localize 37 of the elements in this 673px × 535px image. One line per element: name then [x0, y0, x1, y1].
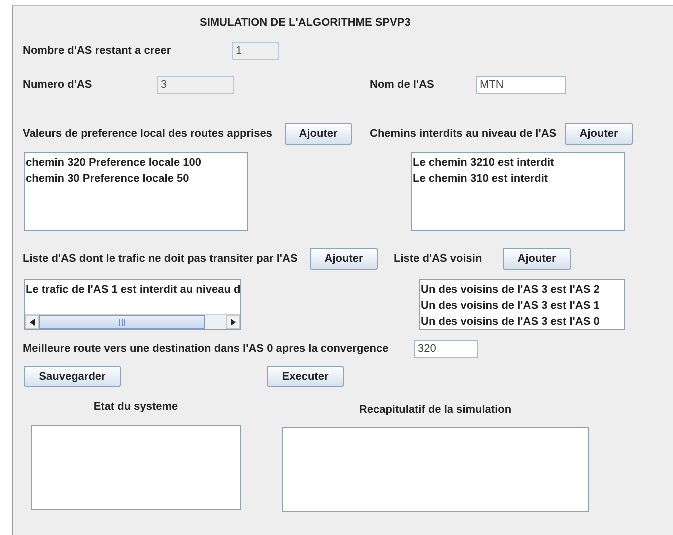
list-item[interactable]: chemin 320 Preference locale 100 [26, 155, 246, 171]
horizontal-scrollbar[interactable] [25, 314, 240, 329]
add-button[interactable]: Ajouter [565, 123, 633, 145]
section-label: Liste d'AS dont le trafic ne doit pas transiter par l'AS [23, 253, 299, 265]
list-item[interactable]: Un des voisins de l'AS 3 est l'AS 0 [421, 314, 623, 330]
panel-label: Recapitulatif de la simulation [359, 404, 512, 416]
text-field[interactable]: 320 [414, 340, 478, 358]
text-area[interactable] [31, 425, 241, 510]
field-label: Meilleure route vers une destination dans l'AS 0 apres la convergence [23, 343, 390, 355]
grip-icon [118, 318, 126, 326]
text-area[interactable] [282, 427, 589, 512]
list-item[interactable]: Un des voisins de l'AS 3 est l'AS 2 [421, 282, 623, 298]
field-label: Nombre d'AS restant a creer [23, 45, 172, 57]
neighbors-list[interactable]: Un des voisins de l'AS 3 est l'AS 2 Un des voisins de l'AS 3 est l'AS 1 Un des voisins de l'AS 3 est l'AS 0 [419, 279, 625, 330]
add-button[interactable]: Ajouter [285, 123, 352, 145]
forbidden-paths-list[interactable]: Le chemin 3210 est interdit Le chemin 310 est interdit [411, 152, 625, 231]
list-item[interactable]: chemin 30 Preference locale 50 [26, 171, 246, 187]
action-button[interactable]: Executer [267, 366, 344, 387]
add-button[interactable]: Ajouter [503, 248, 571, 270]
section-label: Valeurs de preference local des routes apprises [23, 128, 274, 140]
panel-label: Etat du systeme [94, 401, 178, 413]
action-button[interactable]: Sauvegarder [24, 366, 121, 387]
right-arrow-icon[interactable] [230, 318, 236, 326]
list-item[interactable]: Un des voisins de l'AS 3 est l'AS 1 [421, 298, 623, 314]
preferences-list[interactable]: chemin 320 Preference locale 100 chemin 30 Preference locale 50 [24, 152, 248, 231]
list-item[interactable]: Le trafic de l'AS 1 est interdit au niveau d [26, 282, 239, 298]
window-title: SIMULATION DE L'ALGORITHME SPVP3 [200, 17, 411, 29]
section-label: Liste d'AS voisin [394, 253, 484, 265]
field-label: Nom de l'AS [370, 79, 436, 91]
section-label: Chemins interdits au niveau de l'AS [370, 128, 558, 140]
list-item[interactable]: Le chemin 310 est interdit [413, 171, 623, 187]
list-item[interactable]: Le chemin 3210 est interdit [413, 155, 623, 171]
text-field[interactable]: MTN [476, 76, 566, 94]
add-button[interactable]: Ajouter [310, 248, 378, 270]
transit-ban-list[interactable]: Le trafic de l'AS 1 est interdit au niveau d [24, 279, 241, 330]
field-label: Numero d'AS [23, 79, 94, 91]
left-arrow-icon[interactable] [30, 318, 34, 326]
